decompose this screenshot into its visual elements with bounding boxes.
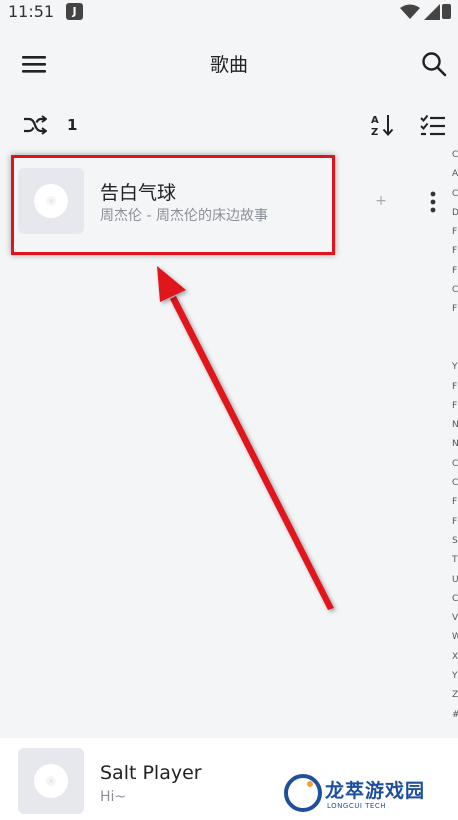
alphabet-index-letter[interactable]: F	[452, 242, 458, 261]
svg-text:A: A	[371, 115, 379, 126]
alphabet-index-letter[interactable]: F	[452, 378, 458, 397]
alphabet-index-letter[interactable]: C	[452, 474, 458, 493]
watermark-logo-icon	[284, 774, 322, 812]
alphabet-index-letter[interactable]: C	[452, 590, 458, 609]
highlight-box	[11, 155, 335, 255]
alphabet-index-letter[interactable]: F	[452, 493, 458, 512]
signal-icon	[424, 4, 440, 20]
alphabet-index-letter[interactable]: T	[452, 551, 458, 570]
alphabet-index-letter[interactable]: F	[452, 397, 458, 416]
alphabet-index-letter[interactable]: X	[452, 648, 458, 667]
player-subtitle: Hi~	[100, 789, 127, 805]
song-more-button[interactable]	[420, 186, 446, 218]
song-count: 1	[67, 116, 78, 134]
alphabet-index-letter[interactable]	[452, 320, 458, 339]
multi-select-button[interactable]	[414, 106, 452, 144]
page-title: 歌曲	[209, 54, 248, 76]
notification-app-icon: J	[66, 3, 83, 20]
alphabet-index-letter[interactable]: S	[452, 532, 458, 551]
alphabet-index-letter[interactable]: C	[452, 146, 458, 165]
alphabet-index-letter[interactable]: C	[452, 455, 458, 474]
search-icon	[422, 52, 447, 77]
alphabet-index-letter[interactable]: #	[452, 706, 458, 725]
alphabet-index-letter[interactable]: F	[452, 223, 458, 242]
status-time: 11:51	[8, 2, 55, 21]
alphabet-index-letter[interactable]	[452, 339, 458, 358]
add-to-queue-button[interactable]: +	[372, 192, 390, 210]
alphabet-index-letter[interactable]: A	[452, 165, 458, 184]
alphabet-index-letter[interactable]: F	[452, 262, 458, 281]
alphabet-index-letter[interactable]: F	[452, 300, 458, 319]
checklist-icon	[420, 114, 445, 136]
sort-az-icon: A Z	[371, 115, 394, 137]
alphabet-index-letter[interactable]: D	[452, 204, 458, 223]
sort-button[interactable]: A Z	[364, 106, 402, 144]
watermark-text: 龙萃游戏园	[325, 780, 426, 802]
shuffle-icon	[24, 115, 47, 135]
svg-text:Z: Z	[371, 127, 378, 137]
alphabet-index-letter[interactable]: Y	[452, 358, 458, 377]
alphabet-index-letter[interactable]: Z	[452, 686, 458, 705]
player-title: Salt Player	[100, 762, 202, 784]
alphabet-index-letter[interactable]: C	[452, 281, 458, 300]
disc-icon	[34, 764, 68, 798]
alphabet-index[interactable]: CACDFFFCF YFFNNCCFFSTUCVWXYZ#	[452, 146, 458, 725]
alphabet-index-letter[interactable]: Y	[452, 667, 458, 686]
player-cover	[18, 748, 84, 814]
alphabet-index-letter[interactable]: U	[452, 571, 458, 590]
watermark-subtext: LONGCUI TECH	[327, 802, 386, 810]
alphabet-index-letter[interactable]: F	[452, 513, 458, 532]
more-vert-icon	[430, 191, 436, 213]
shuffle-button[interactable]	[16, 106, 54, 144]
alphabet-index-letter[interactable]: C	[452, 185, 458, 204]
alphabet-index-letter[interactable]: N	[452, 435, 458, 454]
wifi-icon	[400, 4, 420, 19]
alphabet-index-letter[interactable]: V	[452, 609, 458, 628]
search-button[interactable]	[414, 44, 454, 84]
battery-icon	[442, 4, 451, 19]
alphabet-index-letter[interactable]: N	[452, 416, 458, 435]
alphabet-index-letter[interactable]: W	[452, 628, 458, 647]
